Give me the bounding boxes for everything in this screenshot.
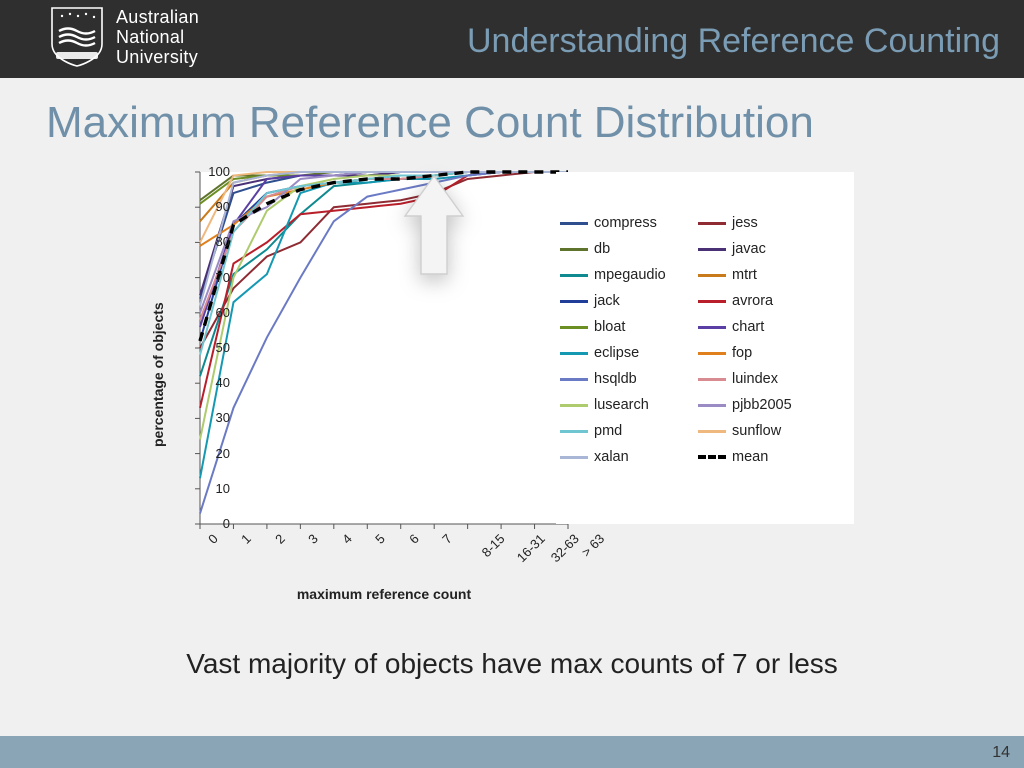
legend-label: compress	[594, 215, 698, 231]
legend-label: avrora	[732, 293, 836, 309]
legend-label: pmd	[594, 423, 698, 439]
y-tick-label: 40	[200, 375, 230, 390]
header-title: Understanding Reference Counting	[467, 22, 1000, 61]
y-tick-label: 20	[200, 446, 230, 461]
y-tick-label: 30	[200, 410, 230, 425]
legend-label: pjbb2005	[732, 397, 836, 413]
footer-bar	[0, 736, 1024, 768]
y-tick-label: 70	[200, 270, 230, 285]
legend-label: luindex	[732, 371, 836, 387]
legend-swatch	[698, 222, 726, 225]
chart: 0102030405060708090100012345678-1516-313…	[138, 164, 858, 624]
legend-label: jess	[732, 215, 836, 231]
legend-swatch	[698, 455, 726, 459]
legend-label: xalan	[594, 449, 698, 465]
legend-label: fop	[732, 345, 836, 361]
page-title: Maximum Reference Count Distribution	[46, 98, 814, 148]
slide: Australian National University Understan…	[0, 0, 1024, 768]
legend-label: mean	[732, 449, 836, 465]
institution-logo: Australian National University	[50, 6, 199, 68]
legend-label: db	[594, 241, 698, 257]
slide-body: Maximum Reference Count Distribution 0 10…	[0, 78, 1024, 734]
legend-swatch	[698, 352, 726, 355]
crest-icon	[50, 6, 104, 68]
legend-label: jack	[594, 293, 698, 309]
legend-swatch	[560, 378, 588, 381]
legend-label: lusearch	[594, 397, 698, 413]
legend-label: mtrt	[732, 267, 836, 283]
legend-swatch	[698, 248, 726, 251]
y-tick-label: 10	[200, 481, 230, 496]
legend-swatch	[698, 404, 726, 407]
legend-swatch	[560, 300, 588, 303]
legend-label: sunflow	[732, 423, 836, 439]
legend-label: eclipse	[594, 345, 698, 361]
legend-label: mpegaudio	[594, 267, 698, 283]
legend-label: hsqldb	[594, 371, 698, 387]
legend-swatch	[698, 430, 726, 433]
legend-swatch	[560, 430, 588, 433]
x-axis-title: maximum reference count	[160, 586, 608, 602]
header-bar: Australian National University Understan…	[0, 0, 1024, 79]
legend-swatch	[698, 274, 726, 277]
legend-swatch	[560, 326, 588, 329]
legend-swatch	[698, 326, 726, 329]
legend-label: chart	[732, 319, 836, 335]
legend-label: bloat	[594, 319, 698, 335]
page-number: 14	[992, 744, 1010, 762]
institution-name: Australian National University	[116, 7, 199, 67]
y-tick-label: 0	[200, 516, 230, 531]
legend-swatch	[560, 404, 588, 407]
legend-swatch	[698, 300, 726, 303]
y-tick-label: 100	[200, 164, 230, 179]
legend-swatch	[560, 456, 588, 459]
y-tick-label: 50	[200, 340, 230, 355]
legend: compress jess db javac mpegaudio mtrt jack avro…	[560, 210, 836, 470]
legend-swatch	[560, 248, 588, 251]
legend-swatch	[560, 352, 588, 355]
y-axis-title: percentage of objects	[150, 302, 166, 447]
y-tick-label: 60	[200, 305, 230, 320]
caption: Vast majority of objects have max counts…	[0, 648, 1024, 680]
y-tick-label: 80	[200, 234, 230, 249]
legend-swatch	[560, 222, 588, 225]
legend-label: javac	[732, 241, 836, 257]
legend-swatch	[698, 378, 726, 381]
legend-swatch	[560, 274, 588, 277]
y-tick-label: 90	[200, 199, 230, 214]
